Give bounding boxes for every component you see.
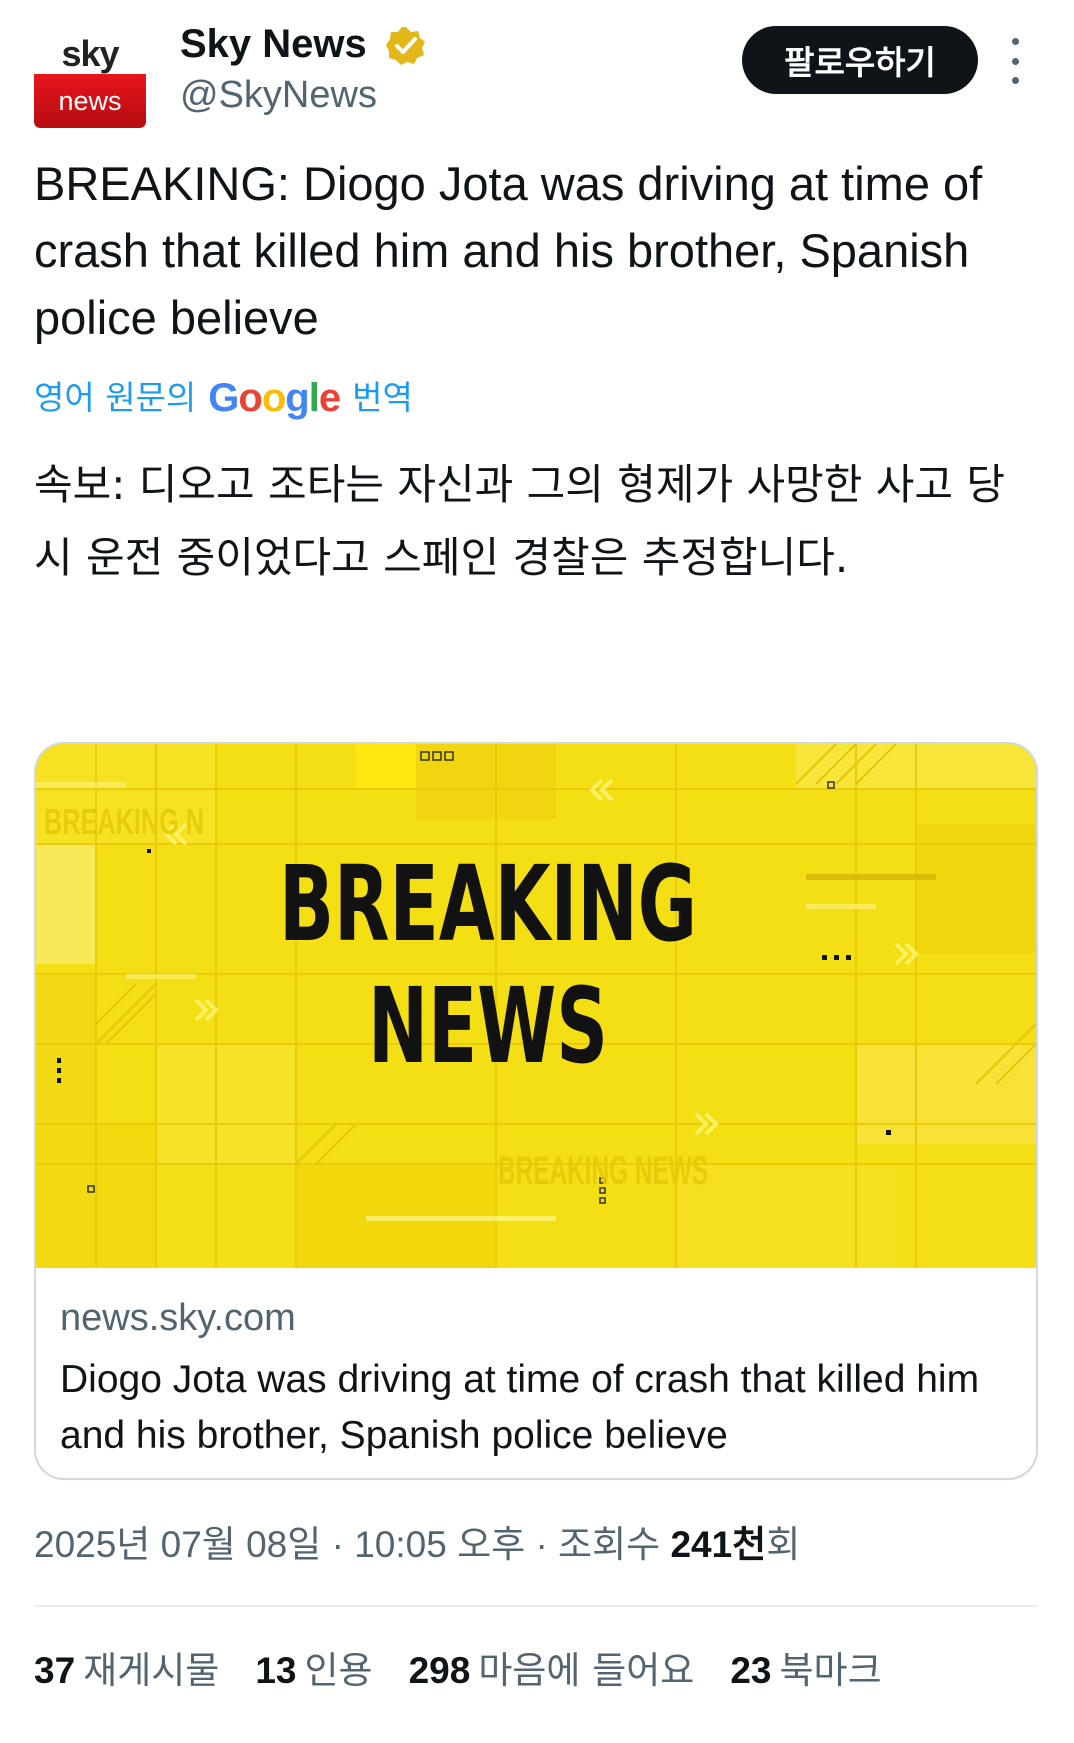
author-name[interactable]: Sky News — [180, 20, 367, 68]
quotes-stat[interactable]: 13 인용 — [255, 1646, 372, 1696]
translated-tweet-text: 속보: 디오고 조타는 자신과 그의 형제가 사망한 사고 당시 운전 중이었다… — [34, 460, 1006, 582]
follow-button[interactable]: 팔로우하기 — [742, 26, 978, 94]
meta-separator: · — [535, 1524, 559, 1565]
tweet-time[interactable]: 10:05 오후 — [354, 1524, 525, 1565]
bookmarks-label: 북마크 — [779, 1649, 882, 1692]
tweet-date[interactable]: 2025년 07월 08일 — [34, 1524, 321, 1565]
card-headline-line1: BREAKING — [279, 843, 697, 965]
likes-stat[interactable]: 298 마음에 들어요 — [409, 1646, 695, 1696]
quotes-count: 13 — [255, 1650, 297, 1691]
card-watermark-bottom: BREAKING NEWS — [498, 1149, 708, 1193]
google-logo-icon: Google — [208, 376, 341, 420]
avatar-sky-text: sky — [61, 33, 119, 74]
views-label: 조회수 — [558, 1524, 661, 1565]
meta-separator: · — [331, 1524, 355, 1565]
tweet-meta: 2025년 07월 08일 · 10:05 오후 · 조회수 241천회 — [34, 1520, 800, 1570]
bookmarks-count: 23 — [730, 1650, 772, 1691]
retweets-count: 37 — [34, 1650, 76, 1691]
translate-prefix: 영어 원문의 — [34, 378, 197, 417]
engagement-stats: 37 재게시물 13 인용 298 마음에 들어요 23 북마크 — [34, 1646, 918, 1696]
views-suffix: 회 — [766, 1524, 801, 1565]
retweets-stat[interactable]: 37 재게시물 — [34, 1646, 219, 1696]
translate-suffix: 번역 — [352, 378, 413, 417]
retweets-label: 재게시물 — [83, 1649, 220, 1692]
card-title: Diogo Jota was driving at time of crash … — [60, 1358, 980, 1457]
card-domain: news.sky.com — [60, 1297, 296, 1339]
card-watermark-top: BREAKING N — [44, 801, 204, 842]
quotes-label: 인용 — [304, 1649, 373, 1692]
bookmarks-stat[interactable]: 23 북마크 — [730, 1646, 881, 1696]
avatar-news-text: news — [58, 86, 122, 116]
verified-badge-icon — [386, 27, 425, 65]
likes-label: 마음에 들어요 — [478, 1649, 695, 1692]
likes-count: 298 — [408, 1650, 471, 1691]
card-headline-line2: NEWS — [368, 965, 608, 1087]
translation-attribution[interactable]: 영어 원문의 Google 번역 — [34, 376, 413, 420]
more-options-icon[interactable] — [1000, 38, 1030, 84]
author-handle[interactable]: @SkyNews — [180, 72, 377, 118]
card-image[interactable]: BREAKING N BREAKING NEWS BREAKING NEWS — [36, 744, 1036, 1268]
avatar[interactable]: sky news — [34, 26, 146, 128]
tweet-text: BREAKING: Diogo Jota was driving at time… — [34, 157, 983, 344]
link-card[interactable]: BREAKING N BREAKING NEWS BREAKING NEWS n… — [34, 742, 1038, 1480]
views-count: 241천 — [670, 1524, 767, 1565]
divider — [34, 1605, 1038, 1607]
